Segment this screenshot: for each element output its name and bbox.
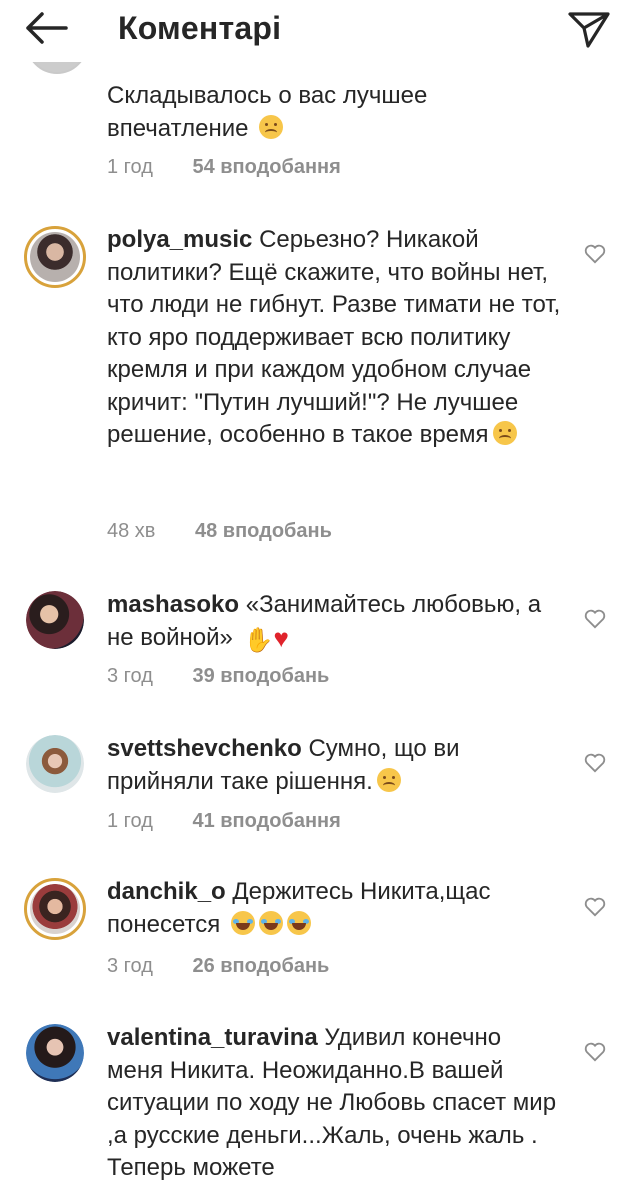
comment-username[interactable]: valentina_turavina	[107, 1024, 318, 1051]
comment-text: mashasoko «Занимайтесь любовью, а не вой…	[107, 589, 562, 654]
crying-face-icon	[492, 421, 517, 445]
comment-time: 3 год	[107, 665, 153, 687]
comment-likes[interactable]: 48 вподобань	[195, 520, 332, 542]
avatar[interactable]	[24, 878, 86, 940]
comment-likes[interactable]: 41 вподобання	[192, 810, 340, 832]
heart-icon[interactable]	[584, 609, 606, 629]
avatar[interactable]	[26, 735, 84, 793]
red-heart-icon: ♥	[273, 622, 289, 653]
avatar[interactable]	[24, 226, 86, 288]
comment-meta: 3 год 39 вподобань	[107, 665, 329, 688]
heart-icon[interactable]	[584, 753, 606, 773]
comment-text: svettshevchenko Сумно, що ви прийняли та…	[107, 733, 562, 798]
comment-likes[interactable]: 54 вподобання	[192, 156, 340, 178]
page-title: Коментарі	[118, 10, 282, 46]
comment-text: valentina_turavina Удивил конечно меня Н…	[107, 1022, 562, 1185]
crying-face-icon	[259, 114, 284, 139]
comment-username[interactable]: danchik_o	[107, 878, 226, 905]
comment-time: 3 год	[107, 955, 153, 977]
comment-username[interactable]: svettshevchenko	[107, 735, 302, 762]
comment-time: 1 год	[107, 810, 153, 832]
avatar[interactable]	[26, 591, 84, 649]
heart-icon[interactable]	[584, 897, 606, 917]
arrow-left-icon[interactable]	[22, 8, 70, 48]
raised-hands-icon: ✋	[243, 626, 274, 654]
comment-text: Складывалось о вас лучшее впечатление	[107, 80, 562, 145]
comment-likes[interactable]: 39 вподобань	[192, 665, 329, 687]
tears-of-joy-icon	[230, 910, 255, 935]
comment-meta: 48 хв 48 вподобань	[107, 520, 332, 543]
heart-icon[interactable]	[584, 1042, 606, 1062]
comment-username[interactable]: mashasoko	[107, 591, 239, 618]
comment-time: 48 хв	[107, 520, 156, 542]
comment-text: danchik_o Держитесь Никита,щас понесется	[107, 876, 562, 941]
comment-text: polya_music Серьезно? Никакой политики? …	[107, 224, 562, 452]
comment-meta: 3 год 26 вподобань	[107, 955, 329, 978]
tears-of-joy-icon	[286, 910, 311, 935]
tears-of-joy-icon	[258, 910, 283, 935]
heart-icon[interactable]	[584, 244, 606, 264]
comment-time: 1 год	[107, 156, 153, 178]
comment-body: Серьезно? Никакой политики? Ещё скажите,…	[107, 226, 561, 448]
comment-username[interactable]: polya_music	[107, 226, 252, 253]
avatar[interactable]	[26, 1024, 84, 1082]
frowning-face-icon	[376, 767, 401, 792]
paper-plane-icon[interactable]	[566, 8, 612, 50]
comment-likes[interactable]: 26 вподобань	[192, 955, 329, 977]
comments-feed: Складывалось о вас лучшее впечатление 1 …	[0, 0, 640, 1181]
app-header: Коментарі	[0, 0, 640, 62]
comment-meta: 1 год 54 вподобання	[107, 156, 341, 179]
comment-meta: 1 год 41 вподобання	[107, 810, 341, 833]
